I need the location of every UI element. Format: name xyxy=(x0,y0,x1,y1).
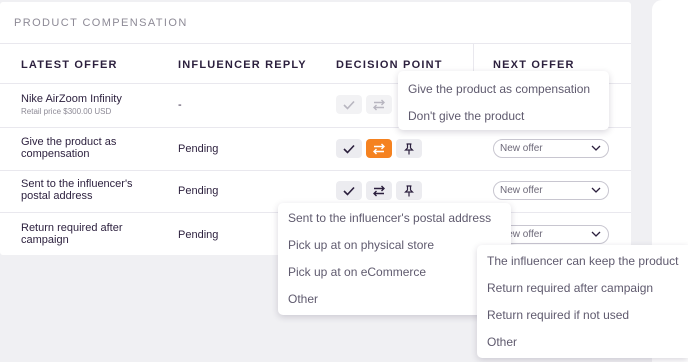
offer-name: compensation xyxy=(21,148,90,160)
select-value: New offer xyxy=(500,143,543,154)
swap-icon xyxy=(373,185,385,196)
card-title: PRODUCT COMPENSATION xyxy=(14,17,188,29)
offer-name: Return required after xyxy=(21,222,123,234)
reply-status: Pending xyxy=(178,143,219,155)
chevron-down-icon xyxy=(591,145,601,151)
chevron-down-icon xyxy=(591,187,601,193)
offer-name: campaign xyxy=(21,234,69,246)
menu-item[interactable]: Other xyxy=(288,292,318,306)
menu-item[interactable]: Other xyxy=(487,335,517,349)
menu-item[interactable]: Return required if not used xyxy=(487,308,629,322)
offer-name: Sent to the influencer's xyxy=(21,178,133,190)
header-decision-point: DECISION POINT xyxy=(336,59,443,71)
table-row: Return required after campaign xyxy=(21,222,123,246)
reply-status: Pending xyxy=(178,229,219,241)
menu-item[interactable]: Pick up at on physical store xyxy=(288,238,434,252)
menu-item[interactable]: Don't give the product xyxy=(408,109,524,123)
pin-button[interactable] xyxy=(396,139,422,158)
offer-name: Nike AirZoom Infinity xyxy=(21,93,122,105)
retail-price: Retail price $300.00 USD xyxy=(21,107,112,116)
table-row: Give the product as compensation xyxy=(21,136,116,160)
row-divider xyxy=(0,170,631,171)
counter-offer-button[interactable] xyxy=(366,139,392,158)
offer-name: Give the product as xyxy=(21,136,117,148)
swap-icon xyxy=(373,99,385,110)
select-value: New offer xyxy=(500,185,543,196)
check-icon xyxy=(343,144,355,154)
menu-item[interactable]: Give the product as compensation xyxy=(408,82,590,96)
next-offer-select[interactable]: New offer xyxy=(493,139,609,158)
pin-button[interactable] xyxy=(396,181,422,200)
table-row: Sent to the influencer's postal address xyxy=(21,178,133,202)
header-next-offer: NEXT OFFER xyxy=(493,59,575,71)
header-influencer-reply: INFLUENCER REPLY xyxy=(178,59,307,71)
reply-status: - xyxy=(178,99,182,111)
menu-item[interactable]: Sent to the influencer's postal address xyxy=(288,211,491,225)
menu-item[interactable]: The influencer can keep the product xyxy=(487,254,678,268)
menu-item[interactable]: Pick up at on eCommerce xyxy=(288,265,426,279)
offer-name: postal address xyxy=(21,190,93,202)
check-icon xyxy=(343,100,355,110)
accept-button[interactable] xyxy=(336,95,362,114)
return-menu: The influencer can keep the product Retu… xyxy=(477,245,688,358)
counter-offer-button[interactable] xyxy=(366,181,392,200)
swap-icon xyxy=(373,143,385,154)
header-latest-offer: LATEST OFFER xyxy=(21,59,118,71)
table-row: Nike AirZoom Infinity Retail price $300.… xyxy=(21,93,122,118)
check-icon xyxy=(343,186,355,196)
menu-item[interactable]: Return required after campaign xyxy=(487,281,653,295)
reply-status: Pending xyxy=(178,185,219,197)
chevron-down-icon xyxy=(591,231,601,237)
next-offer-select[interactable]: New offer xyxy=(493,181,609,200)
pin-icon xyxy=(404,184,414,196)
header-divider xyxy=(0,43,631,44)
accept-button[interactable] xyxy=(336,181,362,200)
compensation-menu: Give the product as compensation Don't g… xyxy=(398,71,609,130)
counter-offer-button[interactable] xyxy=(366,95,392,114)
accept-button[interactable] xyxy=(336,139,362,158)
pin-icon xyxy=(404,142,414,154)
